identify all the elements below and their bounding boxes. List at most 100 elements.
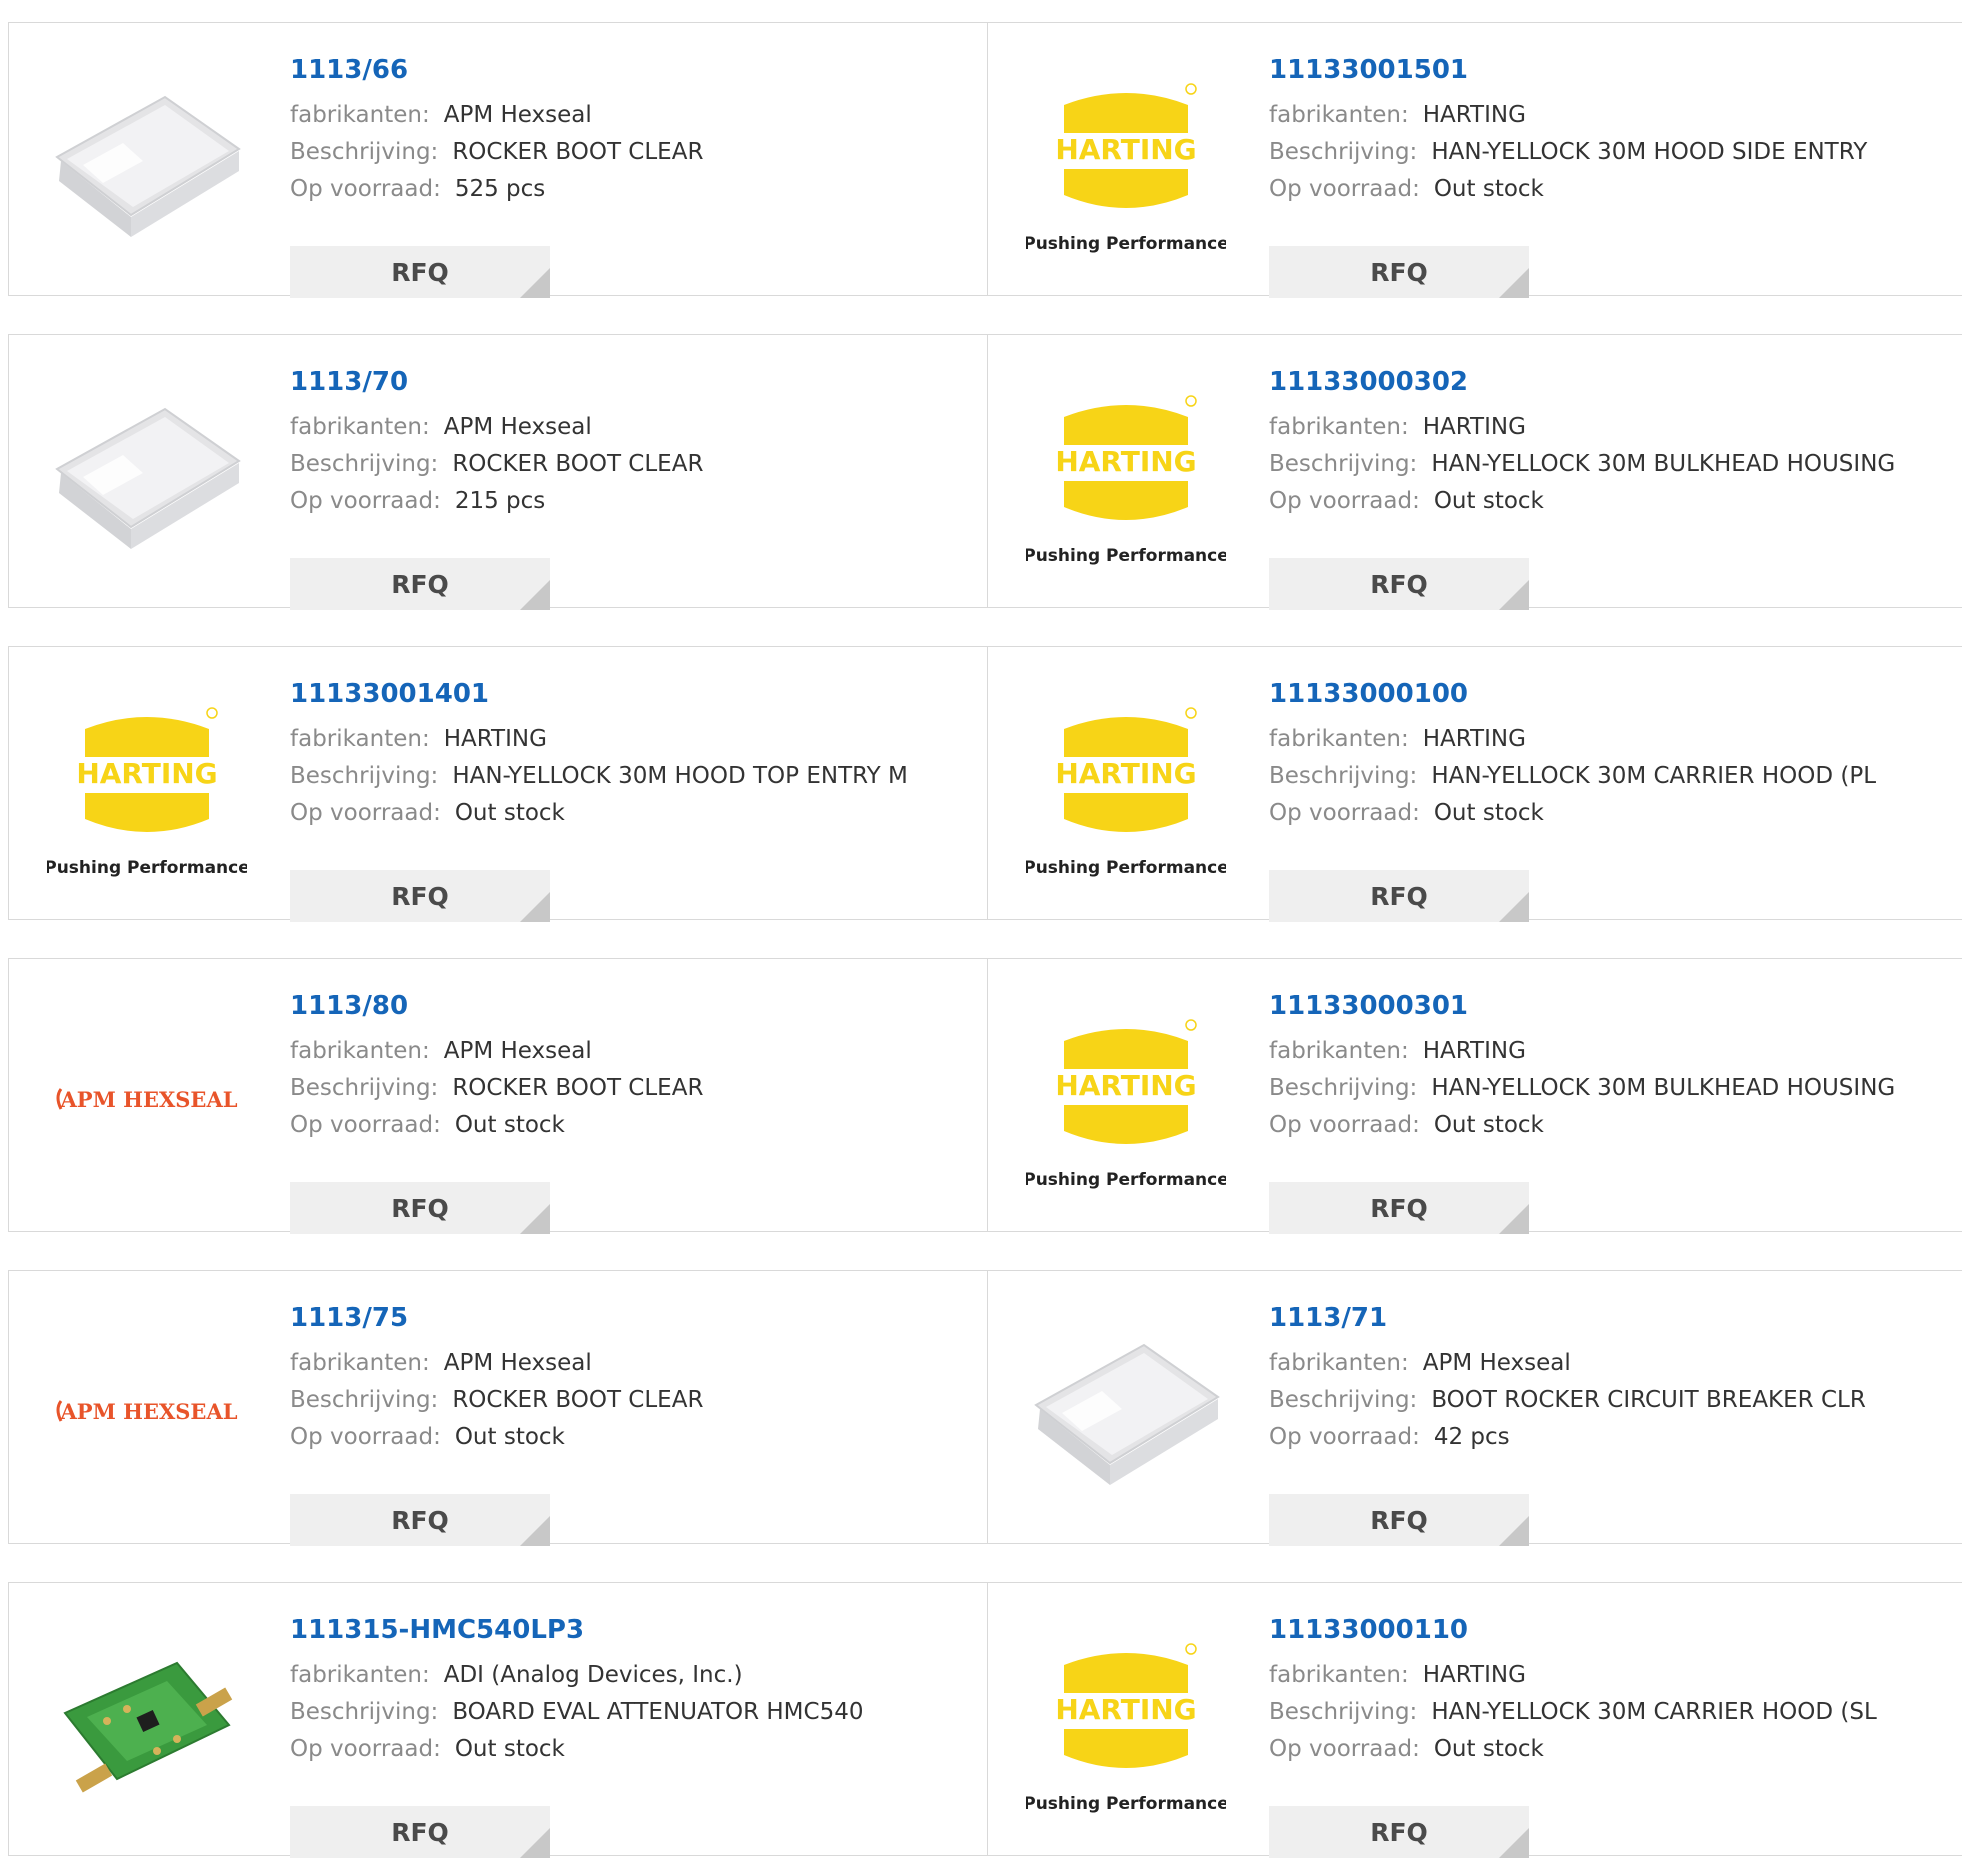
product-info: 1113/70 fabrikanten: APM Hexseal Beschrij…	[290, 365, 704, 610]
stock-value: Out stock	[454, 1424, 565, 1450]
description-line: Beschrijving: ROCKER BOOT CLEAR	[290, 1382, 703, 1419]
description-value: ROCKER BOOT CLEAR	[452, 451, 704, 477]
manufacturer-line: fabrikanten: ADI (Analog Devices, Inc.)	[290, 1657, 863, 1694]
harting-logo-icon: HARTING Pushing Performance	[1026, 707, 1226, 878]
stock-label: Op voorraad:	[1269, 1736, 1420, 1762]
part-number-link[interactable]: 11133001501	[1269, 53, 1867, 87]
rocker-boot-photo-icon	[55, 407, 241, 549]
description-label: Beschrijving:	[1269, 451, 1418, 477]
rfq-button[interactable]: RFQ	[1269, 246, 1529, 298]
part-number-link[interactable]: 1113/66	[290, 53, 703, 87]
manufacturer-line: fabrikanten: HARTING	[1269, 409, 1895, 446]
description-label: Beschrijving:	[1269, 139, 1418, 165]
part-number-link[interactable]: 11133000100	[1269, 677, 1876, 711]
product-card: HARTING Pushing Performance 11133000302 f…	[987, 335, 1962, 610]
description-label: Beschrijving:	[290, 451, 439, 477]
stock-line: Op voorraad: 42 pcs	[1269, 1419, 1866, 1456]
product-info: 11133001401 fabrikanten: HARTING Beschrij…	[290, 677, 908, 922]
manufacturer-line: fabrikanten: APM Hexseal	[290, 97, 703, 134]
rfq-button[interactable]: RFQ	[1269, 1494, 1529, 1546]
product-card: HARTING Pushing Performance 11133001401 f…	[9, 647, 987, 922]
rfq-button[interactable]: RFQ	[290, 870, 550, 922]
part-number-link[interactable]: 1113/71	[1269, 1301, 1866, 1335]
description-label: Beschrijving:	[290, 1387, 439, 1413]
svg-text:HARTING: HARTING	[1055, 445, 1196, 478]
product-image[interactable]: HARTING Pushing Performance	[1026, 685, 1226, 885]
manufacturer-label: fabrikanten:	[1269, 102, 1409, 128]
product-row: HARTING Pushing Performance 11133001401 f…	[8, 646, 1962, 922]
product-image[interactable]: HARTING Pushing Performance	[1026, 61, 1226, 261]
part-number-link[interactable]: 11133000301	[1269, 989, 1895, 1023]
corner-fold-icon	[1499, 892, 1529, 922]
corner-fold-icon	[1499, 580, 1529, 610]
product-image[interactable]: HARTING Pushing Performance	[1026, 1621, 1226, 1821]
rfq-label: RFQ	[1370, 257, 1428, 287]
svg-text:Pushing Performance: Pushing Performance	[1026, 546, 1226, 566]
stock-label: Op voorraad:	[290, 800, 441, 826]
product-card: HARTING Pushing Performance 11133000110 f…	[987, 1583, 1962, 1858]
product-card: 1113/71 fabrikanten: APM Hexseal Beschrij…	[987, 1271, 1962, 1546]
rfq-label: RFQ	[1370, 569, 1428, 599]
svg-text:HARTING: HARTING	[76, 757, 217, 790]
svg-text:Pushing Performance: Pushing Performance	[47, 858, 247, 878]
product-card: 1113/70 fabrikanten: APM Hexseal Beschrij…	[9, 335, 987, 610]
manufacturer-value: ADI (Analog Devices, Inc.)	[443, 1662, 743, 1688]
stock-line: Op voorraad: Out stock	[1269, 171, 1867, 208]
stock-label: Op voorraad:	[290, 1424, 441, 1450]
product-card: APM HEXSEAL 1113/80 fabrikanten: APM Hexs…	[9, 959, 987, 1234]
stock-line: Op voorraad: Out stock	[1269, 795, 1876, 832]
product-image[interactable]: HARTING Pushing Performance	[1026, 373, 1226, 573]
manufacturer-value: APM Hexseal	[1422, 1350, 1571, 1376]
corner-fold-icon	[520, 892, 550, 922]
description-label: Beschrijving:	[290, 1075, 439, 1101]
product-image[interactable]: APM HEXSEAL	[47, 997, 247, 1197]
rfq-button[interactable]: RFQ	[290, 1182, 550, 1234]
rfq-label: RFQ	[1370, 1505, 1428, 1535]
description-value: HAN-YELLOCK 30M BULKHEAD HOUSING	[1431, 451, 1896, 477]
part-number-link[interactable]: 1113/80	[290, 989, 703, 1023]
description-value: BOOT ROCKER CIRCUIT BREAKER CLR	[1431, 1387, 1866, 1413]
rfq-button[interactable]: RFQ	[290, 246, 550, 298]
product-card: APM HEXSEAL 1113/75 fabrikanten: APM Hexs…	[9, 1271, 987, 1546]
product-row: 1113/70 fabrikanten: APM Hexseal Beschrij…	[8, 334, 1962, 610]
stock-label: Op voorraad:	[290, 1736, 441, 1762]
part-number-link[interactable]: 111315-HMC540LP3	[290, 1613, 863, 1647]
rfq-button[interactable]: RFQ	[1269, 870, 1529, 922]
product-image[interactable]: HARTING Pushing Performance	[47, 685, 247, 885]
svg-text:HARTING: HARTING	[1055, 133, 1196, 166]
part-number-link[interactable]: 11133000110	[1269, 1613, 1877, 1647]
product-image[interactable]	[47, 373, 247, 573]
product-image[interactable]	[47, 61, 247, 261]
part-number-link[interactable]: 11133001401	[290, 677, 908, 711]
description-value: HAN-YELLOCK 30M HOOD SIDE ENTRY	[1431, 139, 1868, 165]
description-line: Beschrijving: BOARD EVAL ATTENUATOR HMC54…	[290, 1694, 863, 1731]
product-image[interactable]	[47, 1621, 247, 1821]
stock-line: Op voorraad: 525 pcs	[290, 171, 703, 208]
rfq-button[interactable]: RFQ	[1269, 558, 1529, 610]
stock-value: 525 pcs	[454, 176, 546, 202]
product-image[interactable]	[1026, 1309, 1226, 1509]
product-row: APM HEXSEAL 1113/80 fabrikanten: APM Hexs…	[8, 958, 1962, 1234]
product-image[interactable]: HARTING Pushing Performance	[1026, 997, 1226, 1197]
part-number-link[interactable]: 1113/75	[290, 1301, 703, 1335]
harting-logo-icon: HARTING Pushing Performance	[1026, 1019, 1226, 1190]
product-card: 111315-HMC540LP3 fabrikanten: ADI (Analog…	[9, 1583, 987, 1858]
corner-fold-icon	[1499, 1204, 1529, 1234]
manufacturer-value: HARTING	[1422, 726, 1526, 752]
manufacturer-label: fabrikanten:	[290, 1038, 430, 1064]
stock-line: Op voorraad: Out stock	[1269, 1731, 1877, 1768]
description-line: Beschrijving: ROCKER BOOT CLEAR	[290, 1070, 703, 1107]
harting-logo-icon: HARTING Pushing Performance	[47, 707, 247, 878]
rfq-button[interactable]: RFQ	[1269, 1806, 1529, 1858]
rfq-button[interactable]: RFQ	[1269, 1182, 1529, 1234]
product-image[interactable]: APM HEXSEAL	[47, 1309, 247, 1509]
stock-line: Op voorraad: Out stock	[1269, 1107, 1895, 1144]
stock-value: Out stock	[1433, 800, 1544, 826]
product-card: HARTING Pushing Performance 11133001501 f…	[987, 23, 1962, 298]
rfq-button[interactable]: RFQ	[290, 1494, 550, 1546]
part-number-link[interactable]: 11133000302	[1269, 365, 1895, 399]
rfq-button[interactable]: RFQ	[290, 1806, 550, 1858]
product-row: APM HEXSEAL 1113/75 fabrikanten: APM Hexs…	[8, 1270, 1962, 1546]
part-number-link[interactable]: 1113/70	[290, 365, 703, 399]
rfq-button[interactable]: RFQ	[290, 558, 550, 610]
